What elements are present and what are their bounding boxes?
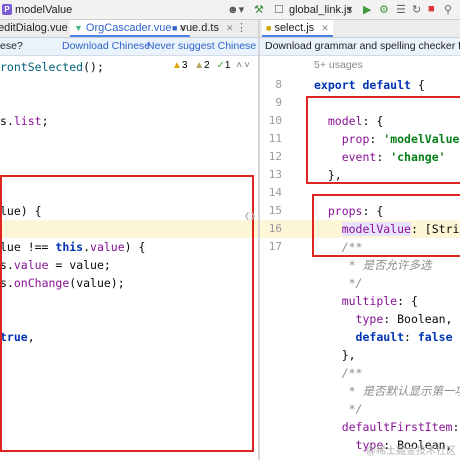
tab-select-js[interactable]: ■ select.js ✕ [262, 20, 333, 37]
chevron-down-icon[interactable]: ▼ [345, 4, 354, 14]
stop-icon[interactable]: ■ [428, 3, 435, 15]
tab-vue-dts[interactable]: ■ vue.d.ts ✕ [172, 20, 234, 37]
typo-icon: ✓ [216, 60, 225, 71]
code-line[interactable]: s.list; [0, 112, 49, 130]
watermark: @稀土掘金技术社区 [365, 446, 456, 457]
left-code-editor[interactable]: ▲3 ▲2 ✓1 ˄ ˅ rontSelected(); s.list; lue) {… [0, 56, 258, 460]
title-bar: P modelValue ☻▾ ⚒ ☐ global_link.js ▼ ▶ ⚙… [0, 0, 460, 20]
line-number: 17 [268, 240, 282, 253]
tab-label: select.js [274, 22, 315, 34]
tab-label: vue.d.ts [180, 22, 219, 34]
annotation-box [0, 175, 254, 452]
vue-file-icon: ▼ [74, 23, 83, 33]
right-code-editor[interactable]: 5+ usages 8 export default {9 10 model: {1… [260, 56, 460, 460]
code-line[interactable]: default: false [314, 328, 453, 346]
run-icon[interactable]: ▶ [363, 3, 371, 16]
code-line[interactable]: export default { [314, 76, 425, 94]
inspection-widget[interactable]: ▲3 ▲2 ✓1 ˄ ˅ [172, 60, 250, 71]
model-annotation-box [306, 96, 460, 184]
code-line[interactable]: /** [314, 364, 363, 382]
chevron-down-icon[interactable]: ˅ [244, 60, 250, 71]
close-tab-icon[interactable]: ✕ [321, 23, 329, 33]
line-number: 16 [268, 222, 282, 235]
coverage-icon[interactable]: ☰ [396, 3, 406, 16]
profile-icon[interactable]: ↻ [412, 3, 421, 16]
line-number: 12 [268, 150, 282, 163]
file-title: modelValue [15, 4, 73, 16]
line-number: 13 [268, 168, 282, 181]
code-line[interactable]: rontSelected(); [0, 58, 104, 76]
language-suggestion-banner: ese? Download Chinese Never suggest Chin… [0, 38, 258, 56]
code-line[interactable]: * 是否允许多选 [314, 256, 432, 274]
search-icon[interactable]: ⚲ [444, 3, 452, 16]
line-number: 15 [268, 204, 282, 217]
props-annotation-box [312, 194, 460, 257]
php-file-icon: P [2, 4, 12, 15]
tab-list-icon[interactable]: ⋮ [236, 20, 247, 37]
banner-text: ese? [0, 40, 23, 52]
download-chinese-link[interactable]: Download Chinese [62, 38, 150, 55]
code-line[interactable]: multiple: { [314, 292, 418, 310]
line-number: 9 [275, 96, 282, 109]
line-number: 8 [275, 78, 282, 91]
tab-label: OrgCascader.vue [85, 22, 172, 34]
never-suggest-link[interactable]: Never suggest Chinese [147, 38, 256, 55]
warning-count: 3 [181, 60, 188, 71]
grammar-checker-banner: Download grammar and spelling checker fo… [260, 38, 460, 56]
code-line[interactable]: */ [314, 400, 363, 418]
code-line[interactable]: defaultFirstItem: { [314, 418, 460, 436]
left-editor-tabs: editDialog.vue ✕ ▼OrgCascader.vue ✕ ■vue… [0, 20, 258, 38]
debug-icon[interactable]: ⚙ [379, 3, 389, 16]
javascript-file-icon: ■ [266, 23, 272, 33]
build-hammer-icon[interactable]: ⚒ [254, 3, 264, 16]
code-line[interactable]: * 是否默认显示第一项 [314, 382, 460, 400]
right-editor-tabs: ■ select.js ✕ [260, 20, 460, 38]
weak-warning-icon: ▲ [194, 60, 205, 71]
tab-label: editDialog.vue [0, 22, 68, 34]
typescript-file-icon: ■ [172, 23, 178, 33]
code-line[interactable]: type: Boolean, [314, 310, 453, 328]
run-config-icon[interactable]: ☐ [274, 3, 284, 16]
line-number: 10 [268, 114, 282, 127]
chevron-up-icon[interactable]: ˄ [236, 60, 242, 71]
code-line[interactable]: }, [314, 346, 356, 364]
run-configuration-selector[interactable]: global_link.js [289, 4, 352, 16]
user-icon[interactable]: ☻▾ [227, 3, 244, 16]
weak-warning-count: 2 [204, 60, 210, 71]
typo-count: 1 [224, 60, 231, 71]
banner-text: Download grammar and spelling checker fo… [265, 40, 460, 52]
line-number: 14 [268, 186, 282, 199]
line-number: 11 [268, 132, 282, 145]
close-tab-icon[interactable]: ✕ [226, 23, 234, 33]
warning-icon: ▲ [172, 60, 182, 71]
code-line[interactable]: */ [314, 274, 363, 292]
usages-hint[interactable]: 5+ usages [314, 59, 363, 71]
fold-marker-icon: ❮❯ [244, 211, 257, 222]
